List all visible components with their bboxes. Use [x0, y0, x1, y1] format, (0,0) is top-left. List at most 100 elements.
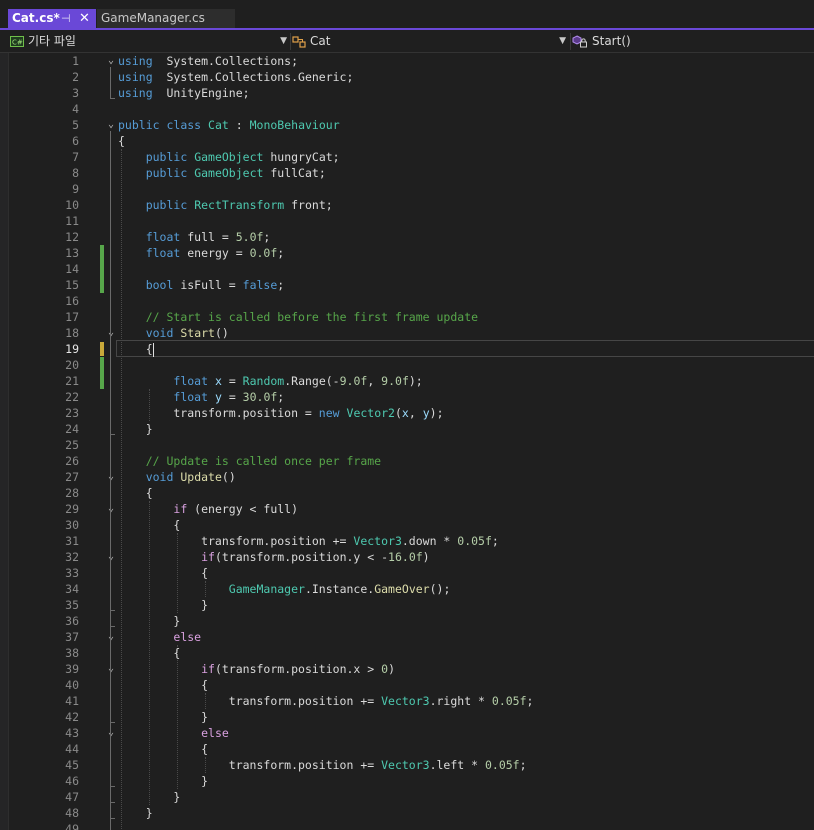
collapse-chevron-icon[interactable]: ⌄: [105, 325, 117, 341]
line-number: 26: [65, 454, 79, 468]
code-token: :: [228, 118, 250, 132]
chevron-down-icon[interactable]: ▼: [559, 31, 566, 52]
code-token: UnityEngine;: [152, 86, 250, 100]
class-dropdown[interactable]: Cat ▼: [292, 31, 568, 52]
code-token: float: [145, 230, 181, 244]
code-token: 9.0f: [339, 374, 368, 388]
code-token: if: [201, 662, 215, 676]
current-line-highlight: [116, 340, 814, 357]
code-line[interactable]: public class Cat : MonoBehaviour: [118, 117, 340, 133]
code-line[interactable]: }: [118, 805, 153, 821]
code-line[interactable]: }: [118, 421, 153, 437]
code-line[interactable]: void Update(): [118, 469, 236, 485]
code-line[interactable]: else: [118, 629, 201, 645]
code-line[interactable]: float x = Random.Range(-9.0f, 9.0f);: [118, 373, 422, 389]
code-line[interactable]: else: [118, 725, 229, 741]
code-line[interactable]: public GameObject hungryCat;: [118, 149, 340, 165]
code-token: float: [173, 374, 209, 388]
code-line[interactable]: }: [118, 789, 180, 805]
code-token: }: [118, 422, 153, 436]
code-editor-window: Cat.cs* ⊣ ✕ GameManager.cs C# 기타 파일 ▼ Ca…: [0, 0, 814, 830]
code-line[interactable]: transform.position = new Vector2(x, y);: [118, 405, 444, 421]
tab-gamemanager-cs[interactable]: GameManager.cs: [97, 9, 235, 28]
tab-cat-cs[interactable]: Cat.cs* ⊣ ✕: [8, 9, 96, 28]
collapse-chevron-icon[interactable]: ⌄: [105, 469, 117, 485]
code-token: ;: [277, 246, 285, 260]
code-line[interactable]: }: [118, 597, 208, 613]
code-line[interactable]: {: [118, 677, 208, 693]
project-dropdown[interactable]: C# 기타 파일 ▼: [10, 31, 289, 52]
code-token: void: [145, 326, 174, 340]
code-line[interactable]: {: [118, 341, 154, 357]
code-token: transform.position +=: [118, 758, 382, 772]
code-line[interactable]: transform.position += Vector3.left * 0.0…: [118, 757, 527, 773]
code-line[interactable]: if(transform.position.x > 0): [118, 661, 395, 677]
line-number: 15: [65, 278, 79, 292]
code-line[interactable]: using System.Collections;: [118, 53, 298, 69]
code-token: (transform.position.x >: [214, 662, 382, 676]
code-line[interactable]: // Start is called before the first fram…: [118, 309, 478, 325]
chevron-down-icon[interactable]: ▼: [280, 31, 287, 52]
collapse-chevron-icon[interactable]: ⌄: [105, 661, 117, 677]
outline-end-tick: [110, 818, 115, 819]
left-margin-strip: [0, 53, 9, 830]
code-line[interactable]: }: [118, 613, 180, 629]
code-line[interactable]: }: [118, 709, 208, 725]
code-token: );: [429, 406, 444, 420]
code-line[interactable]: float energy = 0.0f;: [118, 245, 285, 261]
outline-end-tick: [110, 434, 115, 435]
code-line[interactable]: public GameObject fullCat;: [118, 165, 326, 181]
code-line[interactable]: {: [118, 645, 180, 661]
code-line[interactable]: // Update is called once per frame: [118, 453, 381, 469]
code-token: transform.position =: [118, 406, 319, 420]
line-number: 29: [65, 502, 79, 516]
member-dropdown[interactable]: Start(): [572, 31, 812, 52]
collapse-chevron-icon[interactable]: ⌄: [105, 53, 117, 69]
code-token: ;: [277, 278, 285, 292]
collapse-chevron-icon[interactable]: ⌄: [105, 725, 117, 741]
code-line[interactable]: bool isFull = false;: [118, 277, 285, 293]
collapse-chevron-icon[interactable]: ⌄: [105, 549, 117, 565]
code-line[interactable]: using System.Collections.Generic;: [118, 69, 353, 85]
code-line[interactable]: {: [118, 517, 180, 533]
code-line[interactable]: transform.position += Vector3.right * 0.…: [118, 693, 534, 709]
code-line[interactable]: float full = 5.0f;: [118, 229, 271, 245]
close-icon[interactable]: ✕: [79, 9, 90, 28]
line-number: 39: [65, 662, 79, 676]
code-editor[interactable]: 1 2 3 4 5 6 7 8 9 10 11 12 13 14 15 16 17 18 19 20 21 22 23 24 2…: [0, 53, 814, 830]
collapse-chevron-icon[interactable]: ⌄: [105, 629, 117, 645]
code-line[interactable]: if (energy < full): [118, 501, 298, 517]
code-line[interactable]: float y = 30.0f;: [118, 389, 284, 405]
code-line[interactable]: GameManager.Instance.GameOver();: [118, 581, 451, 597]
code-token: 0.05f: [491, 694, 527, 708]
code-line[interactable]: }: [118, 773, 208, 789]
outline-line: [110, 675, 111, 723]
pin-icon[interactable]: ⊣: [61, 9, 71, 28]
code-line[interactable]: using UnityEngine;: [118, 85, 250, 101]
code-line[interactable]: {: [118, 485, 153, 501]
code-line[interactable]: transform.position += Vector3.down * 0.0…: [118, 533, 499, 549]
code-line[interactable]: {: [118, 565, 208, 581]
text-cursor: [152, 342, 154, 357]
collapse-chevron-icon[interactable]: ⌄: [105, 117, 117, 133]
code-token: .right *: [429, 694, 492, 708]
code-token: public: [145, 150, 188, 164]
code-line[interactable]: public RectTransform front;: [118, 197, 333, 213]
code-token: false: [242, 278, 278, 292]
code-token: using: [118, 86, 153, 100]
code-token: void: [145, 470, 174, 484]
code-token: public: [145, 198, 188, 212]
line-number: 20: [65, 358, 79, 372]
code-line[interactable]: if(transform.position.y < -16.0f): [118, 549, 430, 565]
code-line[interactable]: {: [118, 741, 208, 757]
code-token: .Instance.: [304, 582, 375, 596]
code-token: ): [422, 550, 430, 564]
code-line[interactable]: {: [118, 133, 125, 149]
code-line[interactable]: void Start(): [118, 325, 229, 341]
code-token: else: [173, 630, 202, 644]
collapse-chevron-icon[interactable]: ⌄: [105, 501, 117, 517]
